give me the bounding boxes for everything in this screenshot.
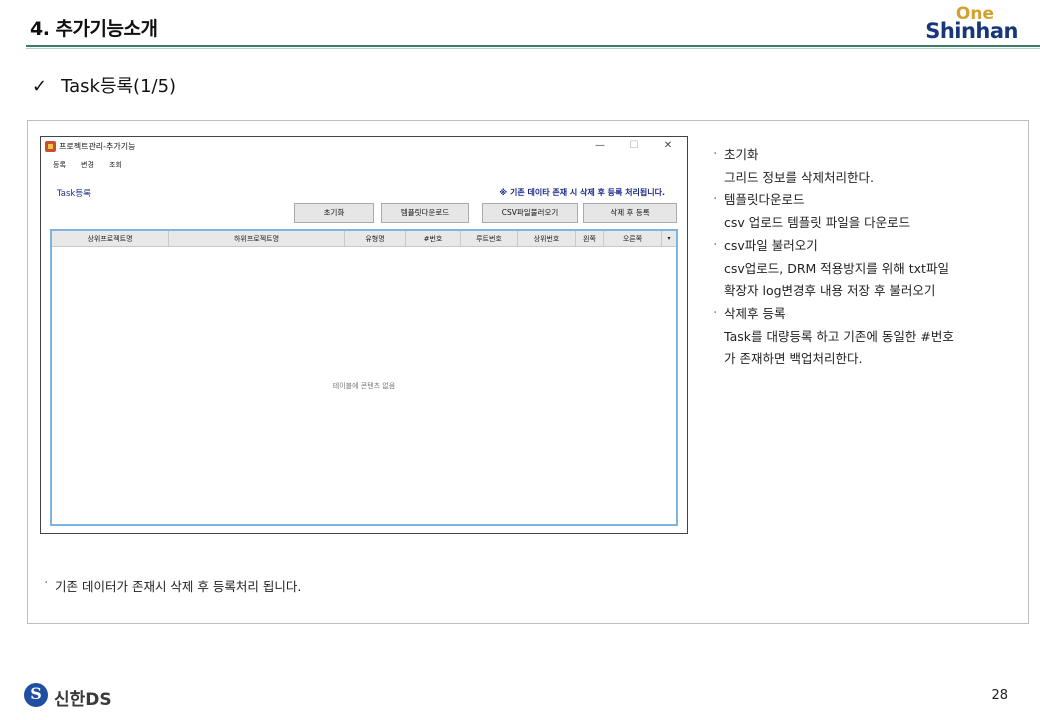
column-header[interactable]: 루트번호 bbox=[461, 231, 518, 247]
note-bullet: csv파일 불러오기 bbox=[712, 234, 1012, 258]
one-shinhan-logo: One Shinhan bbox=[925, 6, 1018, 42]
column-header[interactable]: 유형명 bbox=[345, 231, 406, 247]
menu-item-register[interactable]: 등록 bbox=[53, 160, 66, 170]
app-icon bbox=[45, 141, 56, 152]
column-header[interactable]: 하위프로젝트명 bbox=[169, 231, 345, 247]
company-name: 신한DS bbox=[54, 690, 112, 710]
reset-button[interactable]: 초기화 bbox=[294, 203, 374, 223]
note-bullet: 삭제후 등록 bbox=[712, 302, 1012, 326]
menu-item-search[interactable]: 조회 bbox=[109, 160, 122, 170]
template-download-button[interactable]: 템플릿다운로드 bbox=[381, 203, 469, 223]
column-header[interactable]: 상위번호 bbox=[518, 231, 576, 247]
column-header[interactable]: 왼쪽 bbox=[576, 231, 604, 247]
check-icon: ✓ bbox=[32, 76, 48, 97]
minimize-icon[interactable]: — bbox=[593, 139, 607, 153]
page-title: 4. 추가기능소개 bbox=[30, 18, 158, 40]
menu-item-change[interactable]: 변경 bbox=[81, 160, 94, 170]
note-description: 가 존재하면 백업처리한다. bbox=[724, 351, 863, 367]
column-header[interactable]: #번호 bbox=[406, 231, 461, 247]
task-grid[interactable]: 상위프로젝트명 하위프로젝트명 유형명 #번호 루트번호 상위번호 왼쪽 오른쪽… bbox=[50, 229, 678, 526]
subtitle-text: Task등록(1/5) bbox=[61, 76, 177, 97]
close-icon[interactable]: ✕ bbox=[661, 139, 675, 153]
page-number: 28 bbox=[991, 688, 1008, 703]
feature-notes: 초기화 그리드 정보를 삭제처리한다. 템플릿다운로드 csv 업로드 템플릿 … bbox=[712, 143, 1012, 371]
note-description: 그리드 정보를 삭제처리한다. bbox=[724, 169, 874, 185]
note-description: csv업로드, DRM 적용방지를 위해 txt파일 bbox=[724, 260, 949, 276]
bottom-note: 기존 데이터가 존재시 삭제 후 등록처리 됩니다. bbox=[44, 575, 301, 595]
task-register-label: Task등록 bbox=[57, 189, 91, 199]
grid-empty-placeholder: 테이블에 콘텐츠 없음 bbox=[332, 382, 396, 390]
header-divider-thin bbox=[26, 48, 1040, 49]
note-bullet: 템플릿다운로드 bbox=[712, 188, 1012, 212]
grid-header: 상위프로젝트명 하위프로젝트명 유형명 #번호 루트번호 상위번호 왼쪽 오른쪽… bbox=[52, 231, 676, 247]
csv-load-button[interactable]: CSV파일불러오기 bbox=[482, 203, 578, 223]
shinhan-emblem-icon bbox=[24, 683, 48, 707]
maximize-icon[interactable]: ☐ bbox=[627, 139, 641, 153]
column-header[interactable]: 오른쪽 bbox=[604, 231, 662, 247]
window-title: 프로젝트관리-추가기능 bbox=[59, 142, 136, 151]
logo-shinhan-text: Shinhan bbox=[925, 19, 1018, 43]
header-divider bbox=[26, 45, 1040, 47]
delete-and-register-button[interactable]: 삭제 후 등록 bbox=[583, 203, 677, 223]
section-subtitle: ✓ Task등록(1/5) bbox=[32, 72, 176, 98]
note-description: Task를 대량등록 하고 기존에 동일한 #번호 bbox=[724, 328, 954, 344]
overwrite-notice: ※ 기존 데이타 존재 시 삭제 후 등록 처리됩니다. bbox=[499, 188, 665, 197]
note-bullet: 초기화 bbox=[712, 143, 1012, 167]
column-header[interactable]: 상위프로젝트명 bbox=[52, 231, 169, 247]
column-menu-icon[interactable]: ▾ bbox=[662, 231, 676, 247]
note-description: csv 업로드 템플릿 파일을 다운로드 bbox=[724, 215, 911, 231]
menu-bar: 등록 변경 조회 bbox=[41, 157, 687, 173]
window-titlebar[interactable]: 프로젝트관리-추가기능 — ☐ ✕ bbox=[41, 137, 687, 157]
app-window: 프로젝트관리-추가기능 — ☐ ✕ 등록 변경 조회 Task등록 ※ 기존 데… bbox=[40, 136, 688, 534]
note-description: 확장자 log변경후 내용 저장 후 불러오기 bbox=[724, 283, 936, 299]
